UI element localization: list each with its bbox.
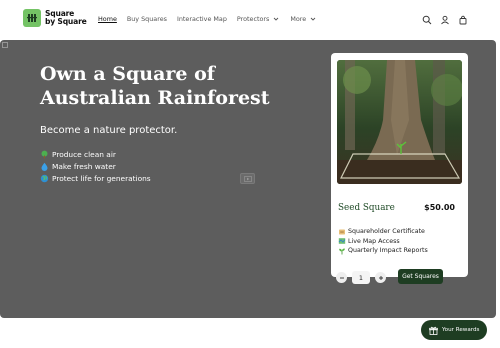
tree-icon	[40, 150, 49, 159]
hero-subtitle: Become a nature protector.	[40, 125, 178, 136]
header-actions	[416, 13, 470, 27]
benefits-list: Produce clean air Make fresh water Prote…	[40, 150, 151, 186]
product-image	[337, 60, 462, 184]
hero-title-line1: Own a Square of	[40, 63, 215, 85]
nav-label: Protectors	[236, 15, 270, 23]
benefit-text: Protect life for generations	[52, 174, 151, 183]
logo-mark-icon	[23, 9, 41, 27]
droplet-icon	[40, 162, 49, 171]
video-play-button[interactable]	[240, 173, 255, 184]
quantity-input[interactable]: 1	[352, 271, 370, 284]
hero-title-line2: Australian Rainforest	[40, 87, 270, 109]
increase-quantity-button[interactable]	[375, 272, 386, 283]
plus-icon	[378, 275, 383, 280]
rewards-label: Your Rewards	[442, 327, 480, 333]
product-features: Squareholder Certificate Live Map Access…	[338, 227, 428, 256]
feature-text: Quarterly Impact Reports	[348, 247, 428, 255]
nav-item-more[interactable]: More	[290, 15, 317, 23]
list-item: Quarterly Impact Reports	[338, 246, 428, 256]
broken-image-icon	[2, 42, 8, 48]
chevron-down-icon	[310, 17, 316, 21]
brand-name: Square by Square	[45, 10, 87, 26]
account-icon[interactable]	[438, 13, 452, 27]
seedling-icon	[338, 247, 346, 255]
rewards-button[interactable]: Your Rewards	[421, 320, 487, 340]
minus-icon	[339, 277, 344, 278]
list-item: Squareholder Certificate	[338, 227, 428, 237]
list-item: Produce clean air	[40, 150, 151, 159]
brand-logo[interactable]: Square by Square	[23, 9, 87, 27]
product-price: $50.00	[424, 203, 455, 212]
quantity-stepper: 1	[336, 271, 386, 284]
product-title: Seed Square	[338, 203, 395, 213]
nav-label: Buy Squares	[126, 15, 167, 23]
main-nav: Home Buy Squares Interactive Map Protect…	[98, 15, 327, 23]
list-item: Protect life for generations	[40, 174, 151, 183]
list-item: Make fresh water	[40, 162, 151, 171]
scroll-icon	[338, 228, 346, 236]
decrease-quantity-button[interactable]	[336, 272, 347, 283]
nav-item-buy-squares[interactable]: Buy Squares	[127, 15, 167, 23]
get-squares-button[interactable]: Get Squares	[398, 269, 443, 284]
gift-icon	[429, 326, 438, 335]
feature-text: Live Map Access	[348, 237, 400, 245]
nav-item-interactive-map[interactable]: Interactive Map	[177, 15, 227, 23]
nav-item-protectors[interactable]: Protectors	[237, 15, 280, 23]
globe-icon	[40, 174, 49, 183]
hero-title: Own a Square of Australian Rainforest	[40, 62, 310, 110]
list-item: Live Map Access	[338, 237, 428, 247]
nav-item-home[interactable]: Home	[98, 15, 117, 23]
cart-icon[interactable]	[456, 13, 470, 27]
nav-label: Interactive Map	[176, 15, 227, 23]
nav-label: More	[290, 15, 307, 23]
play-icon	[243, 175, 252, 182]
hero-banner: Own a Square of Australian Rainforest Be…	[0, 40, 496, 318]
feature-text: Squareholder Certificate	[348, 228, 425, 236]
map-icon	[338, 237, 346, 245]
benefit-text: Make fresh water	[52, 162, 116, 171]
benefit-text: Produce clean air	[52, 150, 116, 159]
brand-name-line2: by Square	[45, 17, 87, 26]
nav-label: Home	[98, 15, 117, 23]
product-card: Seed Square $50.00 Squareholder Certific…	[331, 53, 468, 284]
chevron-down-icon	[274, 17, 279, 21]
search-icon[interactable]	[420, 13, 434, 27]
site-header: Square by Square Home Buy Squares Intera…	[0, 0, 500, 40]
